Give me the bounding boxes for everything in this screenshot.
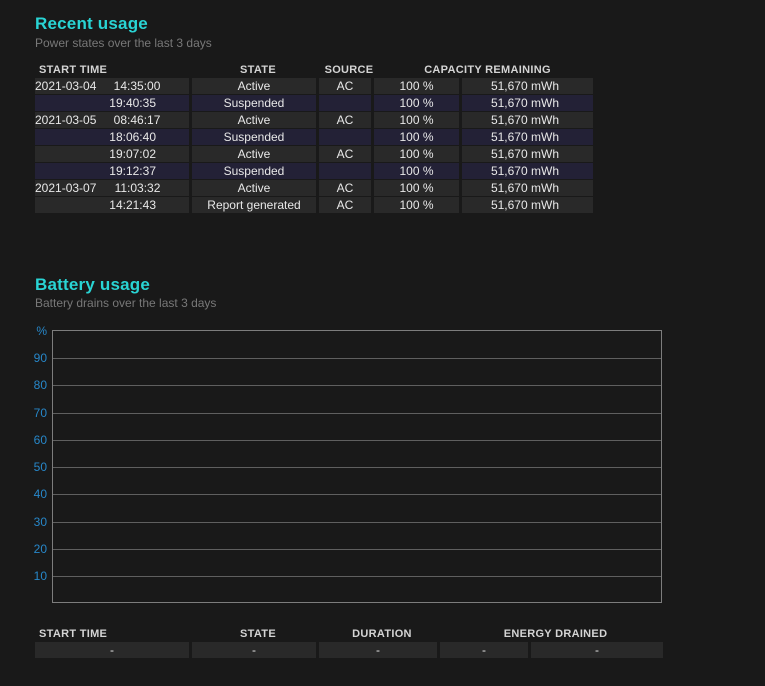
col-capacity-remaining: CAPACITY REMAINING xyxy=(378,64,597,77)
col-state: STATE xyxy=(196,64,320,77)
y-tick-80: 80 xyxy=(25,377,47,393)
cell-capacity: 51,670 mWh xyxy=(462,112,593,128)
cell-source: AC xyxy=(319,146,371,162)
cell-start-time: 19:40:35 xyxy=(35,95,189,111)
recent-usage-subtitle: Power states over the last 3 days xyxy=(35,36,212,50)
gridline-70 xyxy=(53,413,661,414)
recent-usage-table-header: START TIME STATE SOURCE CAPACITY REMAINI… xyxy=(35,62,597,77)
cell-start-time: 2021-03-0508:46:17 xyxy=(35,112,189,128)
y-tick-50: 50 xyxy=(25,459,47,475)
cell-percent: 100 % xyxy=(374,78,459,94)
battery-usage-subtitle: Battery drains over the last 3 days xyxy=(35,296,216,310)
gridline-50 xyxy=(53,467,661,468)
cell-capacity: 51,670 mWh xyxy=(462,129,593,145)
y-axis-unit-label: % xyxy=(25,323,47,339)
y-tick-70: 70 xyxy=(25,405,47,421)
cell-source: AC xyxy=(319,78,371,94)
cell-capacity: 51,670 mWh xyxy=(462,163,593,179)
cell-source: AC xyxy=(319,180,371,196)
battery-drain-table: START TIME STATE DURATION ENERGY DRAINED… xyxy=(35,626,667,659)
col-duration: DURATION xyxy=(323,628,441,641)
battery-report-page: Recent usage Power states over the last … xyxy=(0,0,765,686)
gridline-30 xyxy=(53,522,661,523)
cell-percent: 100 % xyxy=(374,180,459,196)
cell-state: Active xyxy=(192,78,316,94)
battery-drain-table-header: START TIME STATE DURATION ENERGY DRAINED xyxy=(35,626,667,641)
table-row: 2021-03-0508:46:17 Active AC 100 % 51,67… xyxy=(35,112,597,128)
table-row: 19:40:35 Suspended 100 % 51,670 mWh xyxy=(35,95,597,111)
y-tick-20: 20 xyxy=(25,541,47,557)
cell-energy-percent: - xyxy=(440,642,528,658)
cell-start-time: 19:12:37 xyxy=(35,163,189,179)
cell-source: AC xyxy=(319,112,371,128)
cell-capacity: 51,670 mWh xyxy=(462,95,593,111)
gridline-90 xyxy=(53,358,661,359)
cell-percent: 100 % xyxy=(374,129,459,145)
cell-percent: 100 % xyxy=(374,95,459,111)
cell-state: Suspended xyxy=(192,95,316,111)
y-tick-90: 90 xyxy=(25,350,47,366)
cell-state: - xyxy=(192,642,316,658)
cell-start-time: 18:06:40 xyxy=(35,129,189,145)
cell-source xyxy=(319,95,371,111)
cell-source: AC xyxy=(319,197,371,213)
cell-energy-mwh: - xyxy=(531,642,663,658)
cell-percent: 100 % xyxy=(374,197,459,213)
col-source: SOURCE xyxy=(323,64,375,77)
cell-state: Suspended xyxy=(192,163,316,179)
col-state: STATE xyxy=(196,628,320,641)
cell-start-time: - xyxy=(35,642,189,658)
gridline-40 xyxy=(53,494,661,495)
battery-usage-title: Battery usage xyxy=(35,275,150,295)
cell-capacity: 51,670 mWh xyxy=(462,146,593,162)
gridline-20 xyxy=(53,549,661,550)
table-row: - - - - - xyxy=(35,642,667,658)
cell-duration: - xyxy=(319,642,437,658)
table-row: 14:21:43 Report generated AC 100 % 51,67… xyxy=(35,197,597,213)
recent-usage-title: Recent usage xyxy=(35,14,148,34)
gridline-80 xyxy=(53,385,661,386)
cell-state: Active xyxy=(192,146,316,162)
col-start-time: START TIME xyxy=(35,64,193,77)
table-row: 19:07:02 Active AC 100 % 51,670 mWh xyxy=(35,146,597,162)
cell-capacity: 51,670 mWh xyxy=(462,180,593,196)
cell-capacity: 51,670 mWh xyxy=(462,78,593,94)
cell-source xyxy=(319,163,371,179)
gridline-10 xyxy=(53,576,661,577)
table-row: 19:12:37 Suspended 100 % 51,670 mWh xyxy=(35,163,597,179)
y-tick-60: 60 xyxy=(25,432,47,448)
cell-percent: 100 % xyxy=(374,112,459,128)
cell-capacity: 51,670 mWh xyxy=(462,197,593,213)
cell-start-time: 19:07:02 xyxy=(35,146,189,162)
col-energy-drained: ENERGY DRAINED xyxy=(444,628,667,641)
cell-start-time: 2021-03-0711:03:32 xyxy=(35,180,189,196)
cell-percent: 100 % xyxy=(374,163,459,179)
y-tick-10: 10 xyxy=(25,568,47,584)
y-tick-30: 30 xyxy=(25,514,47,530)
cell-state: Active xyxy=(192,180,316,196)
table-row: 2021-03-0414:35:00 Active AC 100 % 51,67… xyxy=(35,78,597,94)
table-row: 18:06:40 Suspended 100 % 51,670 mWh xyxy=(35,129,597,145)
battery-usage-chart: % 90 80 70 60 50 40 30 20 10 xyxy=(52,330,662,603)
y-tick-40: 40 xyxy=(25,486,47,502)
cell-percent: 100 % xyxy=(374,146,459,162)
cell-state: Active xyxy=(192,112,316,128)
cell-state: Suspended xyxy=(192,129,316,145)
cell-source xyxy=(319,129,371,145)
cell-start-time: 2021-03-0414:35:00 xyxy=(35,78,189,94)
table-row: 2021-03-0711:03:32 Active AC 100 % 51,67… xyxy=(35,180,597,196)
cell-state: Report generated xyxy=(192,197,316,213)
recent-usage-table: START TIME STATE SOURCE CAPACITY REMAINI… xyxy=(35,62,597,214)
col-start-time: START TIME xyxy=(35,628,193,641)
cell-start-time: 14:21:43 xyxy=(35,197,189,213)
gridline-60 xyxy=(53,440,661,441)
